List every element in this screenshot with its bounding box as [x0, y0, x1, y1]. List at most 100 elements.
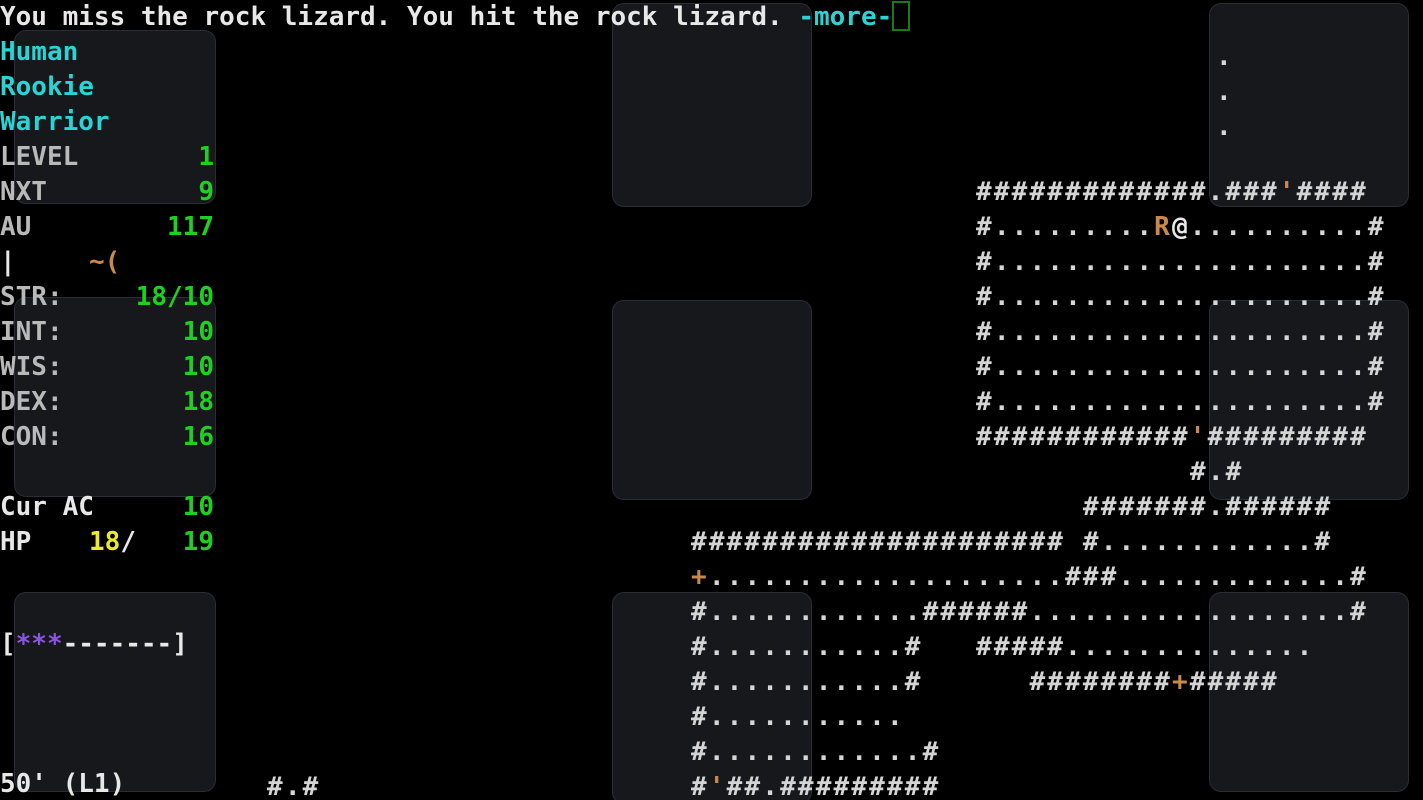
floor-glyph: . [1296, 247, 1313, 277]
floor-glyph: . [1154, 282, 1170, 312]
wall-glyph: # [1367, 387, 1384, 417]
wall-glyph: # [1154, 492, 1170, 522]
wall-glyph: # [1189, 492, 1206, 522]
wall-glyph: # [1296, 492, 1313, 522]
map-row: . [1216, 40, 1234, 75]
wall-glyph: # [1083, 492, 1099, 522]
floor-glyph: . [1207, 317, 1224, 347]
floor-glyph: . [1296, 527, 1313, 557]
wall-glyph: # [691, 597, 707, 627]
floor-glyph: . [1029, 352, 1046, 382]
floor-glyph: . [993, 387, 1010, 417]
floor-glyph: . [1296, 317, 1313, 347]
floor-glyph: . [1243, 247, 1259, 277]
floor-glyph: . [1314, 387, 1331, 417]
floor-glyph: . [993, 247, 1010, 277]
health-bar-empty: ------- [62, 629, 173, 659]
floor-glyph: . [1154, 632, 1170, 662]
wall-glyph: # [958, 527, 974, 557]
wall-glyph: # [904, 667, 921, 697]
map-row: #.....................# [976, 315, 1386, 350]
wall-glyph: # [797, 772, 814, 800]
floor-glyph: . [1332, 282, 1348, 312]
floor-glyph: . [1154, 317, 1170, 347]
wall-glyph: # [976, 422, 992, 452]
sidebar-label-str: STR: [0, 282, 63, 312]
wall-glyph: # [1065, 667, 1081, 697]
wall-glyph: # [1171, 177, 1188, 207]
message-line: You miss the rock lizard. You hit the ro… [0, 0, 911, 35]
floor-glyph: . [1189, 317, 1206, 347]
wall-glyph: # [940, 527, 957, 557]
wall-glyph: # [691, 702, 707, 732]
floor-glyph: . [1136, 632, 1152, 662]
wall-glyph: # [1314, 177, 1331, 207]
wall-glyph: # [1225, 492, 1242, 522]
floor-glyph: . [851, 702, 867, 732]
health-bar-open-bracket: [ [0, 629, 16, 659]
floor-glyph: . [1082, 282, 1099, 312]
wall-glyph: # [815, 527, 832, 557]
floor-glyph: . [1011, 212, 1028, 242]
wall-glyph: # [762, 527, 778, 557]
floor-glyph: . [1065, 247, 1081, 277]
wall-glyph: # [1367, 247, 1384, 277]
floor-glyph: . [797, 702, 814, 732]
map-row: #...........# #####.............. [691, 630, 1314, 665]
floor-glyph: . [833, 632, 850, 662]
floor-glyph: . [284, 772, 301, 800]
sidebar-label-dex: DEX: [0, 387, 63, 417]
floor-glyph: . [993, 212, 1010, 242]
floor-glyph: . [1278, 562, 1295, 592]
sidebar-label-armor: Cur AC [0, 492, 94, 522]
floor-glyph: . [886, 702, 903, 732]
floor-glyph: . [1065, 352, 1081, 382]
floor-glyph: . [726, 737, 743, 767]
wall-glyph: # [1082, 667, 1099, 697]
floor-glyph: . [1207, 562, 1224, 592]
floor-glyph: . [744, 597, 761, 627]
floor-glyph: . [1314, 212, 1331, 242]
floor-glyph: . [1118, 387, 1135, 417]
floor-glyph: . [1261, 282, 1277, 312]
floor-glyph: . [780, 737, 796, 767]
floor-glyph: . [1278, 212, 1295, 242]
wall-glyph: # [940, 597, 957, 627]
sidebar-row-nxt: NXT [0, 175, 47, 210]
sidebar-equip-weapon: | [0, 247, 16, 277]
wall-glyph: # [267, 772, 283, 800]
floor-glyph: . [1029, 387, 1046, 417]
floor-glyph: . [869, 562, 885, 592]
floor-glyph: . [1136, 527, 1152, 557]
floor-glyph: . [1332, 562, 1348, 592]
floor-glyph: . [869, 632, 885, 662]
floor-glyph: . [708, 702, 725, 732]
sidebar-race: Human [0, 37, 79, 67]
floor-glyph: . [1207, 282, 1224, 312]
floor-glyph: . [922, 562, 939, 592]
map-row: #.....................# [976, 245, 1386, 280]
player-glyph[interactable]: @ [1172, 210, 1190, 245]
wall-glyph: # [1261, 422, 1277, 452]
floor-glyph: . [1154, 387, 1170, 417]
floor-glyph: . [1011, 562, 1028, 592]
wall-glyph: # [904, 632, 921, 662]
floor-glyph: . [1136, 212, 1152, 242]
floor-glyph: . [1243, 387, 1259, 417]
floor-glyph: . [1189, 632, 1206, 662]
sidebar-equip-extra: ~( [89, 247, 121, 277]
game-screen[interactable]: You miss the rock lizard. You hit the ro… [0, 0, 1423, 800]
sidebar-value-level: 1 [198, 142, 214, 172]
floor-glyph: . [1314, 562, 1331, 592]
map-row: #######.###### [1083, 490, 1332, 525]
wall-glyph: # [1243, 667, 1259, 697]
more-prompt[interactable]: -more- [798, 2, 892, 32]
floor-glyph: . [1332, 317, 1348, 347]
floor-glyph: . [993, 282, 1010, 312]
wall-glyph: # [726, 772, 743, 800]
floor-glyph: . [815, 667, 832, 697]
monster-glyph[interactable]: R [1154, 210, 1172, 245]
map-row: +....................###.............# [691, 560, 1368, 595]
wall-glyph: # [744, 772, 761, 800]
floor-glyph: . [1100, 387, 1117, 417]
